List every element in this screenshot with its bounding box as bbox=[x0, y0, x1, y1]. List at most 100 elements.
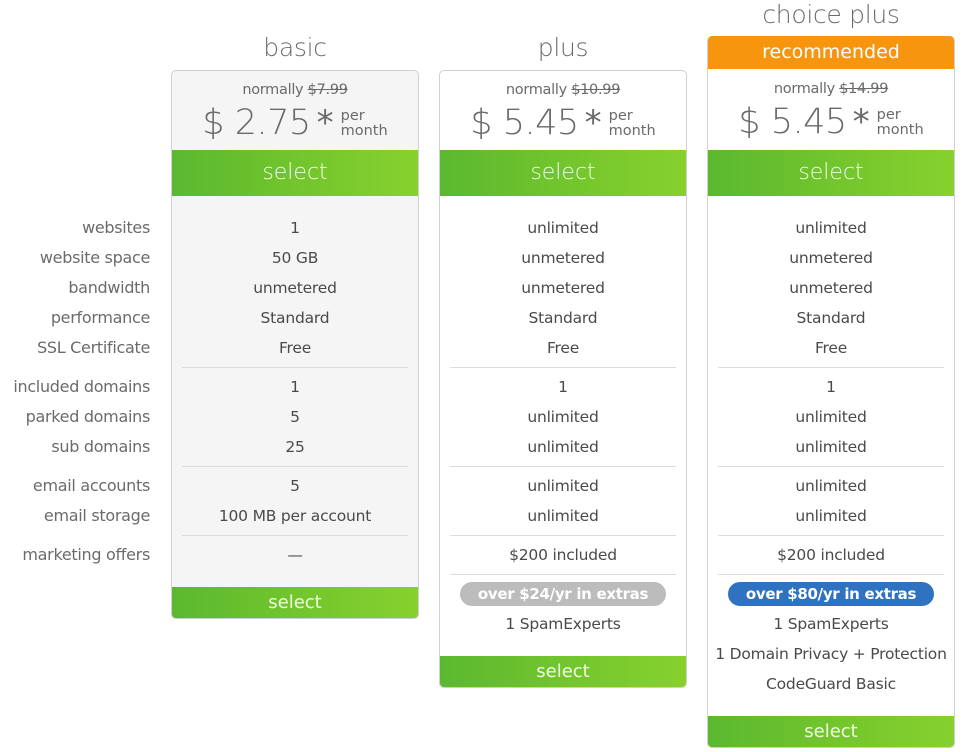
value-bandwidth: unmetered bbox=[253, 279, 337, 297]
sale-price: $ 5.45 * per month bbox=[440, 101, 686, 145]
value-included-domains: 1 bbox=[826, 378, 836, 396]
plan-card-basic: normally $7.99 $ 2.75 * per month select … bbox=[171, 70, 419, 619]
value-performance: Standard bbox=[796, 309, 866, 327]
extra-item: 1 Domain Privacy + Protection bbox=[715, 645, 947, 663]
value-website-space: unmetered bbox=[521, 249, 605, 267]
value-websites: unlimited bbox=[527, 219, 599, 237]
value-marketing-offers: $200 included bbox=[777, 546, 885, 564]
price-amount: $ 2.75 bbox=[202, 103, 311, 143]
plan-title-plus: plus bbox=[537, 33, 589, 62]
plan-title-choice-plus: choice plus bbox=[762, 0, 900, 29]
label-parked-domains: parked domains bbox=[25, 407, 151, 426]
plan-card-plus: normally $10.99 $ 5.45 * per month select… bbox=[439, 70, 687, 688]
normal-price: normally $14.99 bbox=[708, 81, 954, 97]
extra-item: 1 SpamExperts bbox=[773, 615, 889, 633]
label-website-space: website space bbox=[39, 248, 150, 267]
per-month: per month bbox=[341, 109, 388, 139]
extra-item: 1 SpamExperts bbox=[505, 615, 621, 633]
divider bbox=[718, 535, 944, 536]
divider bbox=[182, 367, 408, 368]
month-label: month bbox=[876, 122, 924, 138]
normally-label: normally bbox=[242, 82, 304, 98]
value-email-storage: unlimited bbox=[527, 507, 599, 525]
per-label: per bbox=[876, 107, 901, 123]
per-label: per bbox=[608, 108, 633, 124]
label-marketing-offers: marketing offers bbox=[22, 545, 150, 564]
plan-card-choice-plus: recommended normally $14.99 $ 5.45 * per… bbox=[707, 36, 955, 748]
price-block: normally $14.99 $ 5.45 * per month bbox=[708, 70, 954, 150]
price-amount: $ 5.45 bbox=[470, 103, 579, 143]
price-block: normally $7.99 $ 2.75 * per month bbox=[172, 71, 418, 151]
recommended-badge: recommended bbox=[708, 36, 954, 69]
value-website-space: 50 GB bbox=[271, 249, 319, 267]
label-sub-domains: sub domains bbox=[51, 437, 150, 456]
value-ssl: Free bbox=[278, 339, 312, 357]
price-block: normally $10.99 $ 5.45 * per month bbox=[440, 71, 686, 151]
label-websites: websites bbox=[82, 218, 150, 237]
select-button-plus[interactable]: select bbox=[440, 150, 686, 196]
strikethrough-price: $7.99 bbox=[307, 82, 348, 98]
value-sub-domains: 25 bbox=[285, 438, 305, 456]
value-ssl: Free bbox=[814, 339, 848, 357]
per-month: per month bbox=[877, 108, 924, 138]
sale-price: $ 5.45 * per month bbox=[708, 100, 954, 144]
plan-title-basic: basic bbox=[263, 33, 327, 62]
asterisk-icon: * bbox=[584, 103, 602, 143]
value-ssl: Free bbox=[546, 339, 580, 357]
label-bandwidth: bandwidth bbox=[68, 278, 150, 297]
value-email-storage: unlimited bbox=[795, 507, 867, 525]
extras-badge: over $80/yr in extras bbox=[728, 582, 934, 606]
value-bandwidth: unmetered bbox=[789, 279, 873, 297]
value-email-accounts: 5 bbox=[290, 477, 300, 495]
per-label: per bbox=[340, 108, 365, 124]
value-bandwidth: unmetered bbox=[521, 279, 605, 297]
label-email-accounts: email accounts bbox=[32, 476, 150, 495]
value-email-storage: 100 MB per account bbox=[218, 507, 372, 525]
value-websites: unlimited bbox=[795, 219, 867, 237]
divider bbox=[182, 535, 408, 536]
value-performance: Standard bbox=[260, 309, 330, 327]
normally-label: normally bbox=[773, 81, 835, 97]
select-button-basic[interactable]: select bbox=[172, 150, 418, 196]
extras-badge: over $24/yr in extras bbox=[460, 582, 666, 606]
value-marketing-offers: — bbox=[287, 546, 303, 564]
select-button-plus-bottom[interactable]: select bbox=[440, 656, 686, 687]
normal-price: normally $10.99 bbox=[440, 82, 686, 98]
label-email-storage: email storage bbox=[43, 506, 150, 525]
month-label: month bbox=[340, 123, 388, 139]
divider bbox=[450, 574, 676, 575]
divider bbox=[718, 367, 944, 368]
select-button-basic-bottom[interactable]: select bbox=[172, 587, 418, 618]
divider bbox=[718, 574, 944, 575]
extra-item: CodeGuard Basic bbox=[766, 675, 896, 693]
value-sub-domains: unlimited bbox=[795, 438, 867, 456]
strikethrough-price: $14.99 bbox=[839, 81, 889, 97]
select-button-choice-plus[interactable]: select bbox=[708, 150, 954, 196]
asterisk-icon: * bbox=[316, 103, 334, 143]
value-included-domains: 1 bbox=[290, 378, 300, 396]
value-parked-domains: unlimited bbox=[527, 408, 599, 426]
normally-label: normally bbox=[505, 82, 567, 98]
label-performance: performance bbox=[50, 308, 150, 327]
value-performance: Standard bbox=[528, 309, 598, 327]
divider bbox=[450, 466, 676, 467]
label-included-domains: included domains bbox=[13, 377, 150, 396]
value-websites: 1 bbox=[290, 219, 300, 237]
value-sub-domains: unlimited bbox=[527, 438, 599, 456]
price-amount: $ 5.45 bbox=[738, 102, 847, 142]
value-marketing-offers: $200 included bbox=[509, 546, 617, 564]
per-month: per month bbox=[609, 109, 656, 139]
normal-price: normally $7.99 bbox=[172, 82, 418, 98]
value-parked-domains: 5 bbox=[290, 408, 300, 426]
value-email-accounts: unlimited bbox=[795, 477, 867, 495]
month-label: month bbox=[608, 123, 656, 139]
value-website-space: unmetered bbox=[789, 249, 873, 267]
select-button-choice-plus-bottom[interactable]: select bbox=[708, 716, 954, 747]
strikethrough-price: $10.99 bbox=[571, 82, 621, 98]
divider bbox=[450, 535, 676, 536]
divider bbox=[182, 466, 408, 467]
divider bbox=[450, 367, 676, 368]
asterisk-icon: * bbox=[852, 102, 870, 142]
value-email-accounts: unlimited bbox=[527, 477, 599, 495]
label-ssl-certificate: SSL Certificate bbox=[37, 338, 150, 357]
